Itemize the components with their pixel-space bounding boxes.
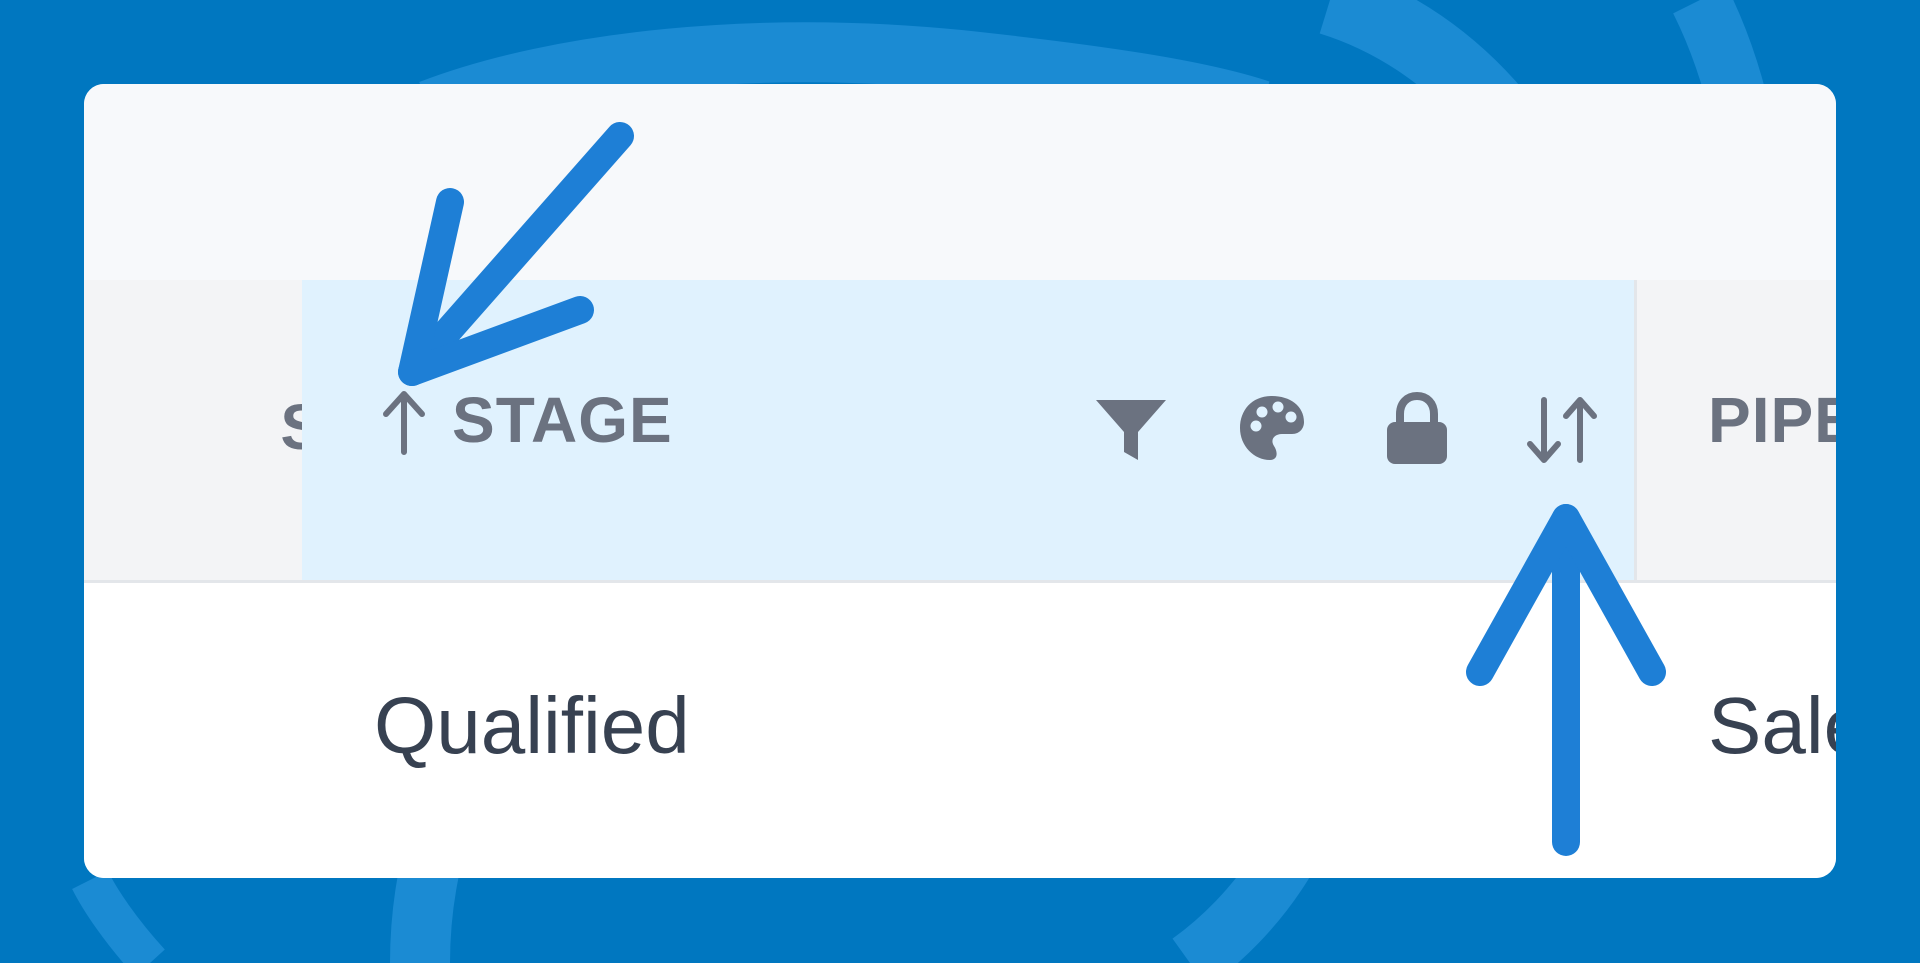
sort-icon[interactable] xyxy=(1524,394,1600,466)
table-row[interactable]: Qualified Sale xyxy=(84,583,1836,878)
palette-icon[interactable] xyxy=(1236,392,1308,464)
screenshot-background: S STAGE PIPE Qua xyxy=(0,0,1920,963)
lock-icon[interactable] xyxy=(1384,390,1450,466)
next-column-label: PIPE xyxy=(1708,384,1836,456)
arrow-up-icon xyxy=(383,391,425,455)
toolbar-area xyxy=(84,84,1836,280)
stage-column-label: STAGE xyxy=(452,384,673,456)
column-header-previous[interactable]: S xyxy=(84,280,302,580)
table-card: S STAGE PIPE Qua xyxy=(84,84,1836,878)
next-column-cell[interactable]: Sale xyxy=(1708,681,1836,771)
previous-column-label: S xyxy=(280,390,302,464)
filter-icon[interactable] xyxy=(1094,396,1168,464)
stage-cell[interactable]: Qualified xyxy=(374,681,690,771)
